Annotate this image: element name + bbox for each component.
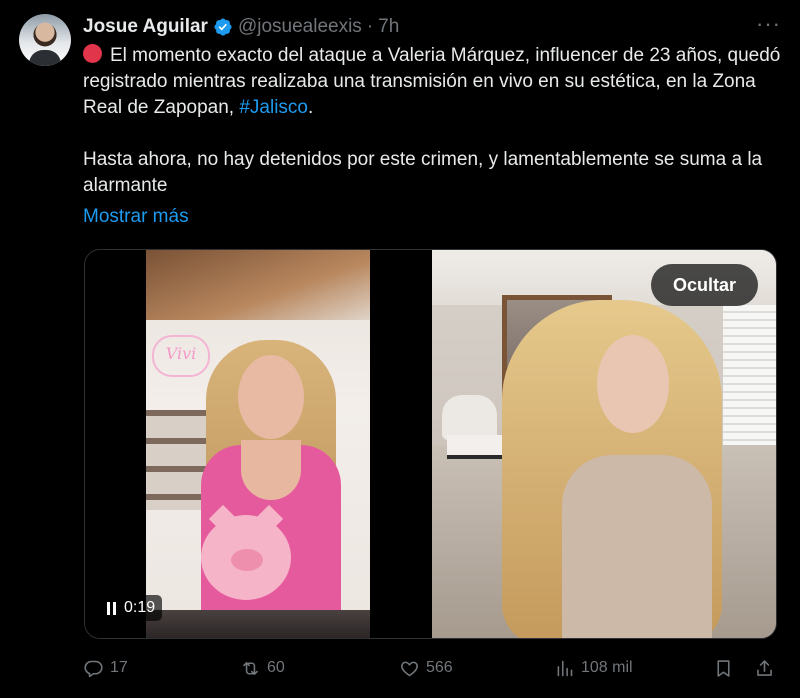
avatar[interactable] xyxy=(19,14,71,66)
timestamp[interactable]: 7h xyxy=(378,16,399,38)
display-name[interactable]: Josue Aguilar xyxy=(83,16,208,38)
action-bar: 17 60 566 108 mil xyxy=(83,653,783,683)
heart-icon xyxy=(401,661,418,676)
video-person-neck xyxy=(241,440,301,500)
reply-button[interactable]: 17 xyxy=(83,653,128,683)
share-icon xyxy=(757,659,772,676)
pause-icon[interactable] xyxy=(107,601,116,615)
views-icon xyxy=(557,660,573,676)
tweet-paragraph-1-end: . xyxy=(308,97,314,118)
like-button[interactable]: 566 xyxy=(399,653,453,683)
red-circle-emoji-icon xyxy=(83,44,102,63)
photo-person-body xyxy=(562,455,712,638)
retweet-icon xyxy=(243,661,258,675)
retweet-button[interactable]: 60 xyxy=(240,653,285,683)
video-player[interactable]: Vivi 0:19 xyxy=(85,250,429,638)
reply-icon xyxy=(84,660,103,677)
verified-badge-icon xyxy=(214,18,232,36)
video-play-control[interactable]: 0:19 xyxy=(98,595,163,621)
views-count: 108 mil xyxy=(581,659,633,676)
retweet-count: 60 xyxy=(267,659,285,676)
photo-chair xyxy=(442,395,497,440)
plush-pig-snout xyxy=(231,549,263,571)
tweet-paragraph-1-text: El momento exacto del ataque a Valeria M… xyxy=(83,45,781,118)
handle[interactable]: @josuealeexis xyxy=(238,16,362,38)
bookmark-icon xyxy=(717,659,730,677)
hide-button[interactable]: Ocultar xyxy=(650,264,758,306)
video-shelf xyxy=(146,410,206,510)
tweet-text: El momento exacto del ataque a Valeria M… xyxy=(83,43,783,199)
neon-sign: Vivi xyxy=(152,335,210,377)
tweet-paragraph-2: Hasta ahora, no hay detenidos por este c… xyxy=(83,149,763,196)
plush-pig xyxy=(201,504,291,600)
photo[interactable]: Ocultar xyxy=(432,250,776,638)
tweet[interactable]: Josue Aguilar @josuealeexis · 7h ··· El … xyxy=(0,0,800,698)
video-frame: Vivi xyxy=(146,250,370,638)
tweet-header: Josue Aguilar @josuealeexis · 7h ··· xyxy=(83,13,780,41)
bookmark-button[interactable] xyxy=(713,653,734,683)
views-button[interactable]: 108 mil xyxy=(554,653,633,683)
like-count: 566 xyxy=(426,659,453,676)
avatar-shirt xyxy=(29,50,61,66)
reply-count: 17 xyxy=(110,659,128,676)
media-container[interactable]: Vivi 0:19 Ocultar xyxy=(84,249,777,639)
video-time: 0:19 xyxy=(124,599,156,616)
show-more-link[interactable]: Mostrar más xyxy=(83,206,189,228)
video-person-face xyxy=(238,355,304,439)
photo-person-face xyxy=(597,335,669,433)
tweet-paragraph-1: El momento exacto del ataque a Valeria M… xyxy=(83,43,783,121)
share-button[interactable] xyxy=(754,653,775,683)
separator-dot: · xyxy=(366,16,374,37)
video-foreground xyxy=(146,610,370,638)
hashtag-link[interactable]: #Jalisco xyxy=(239,97,308,118)
video-ceiling xyxy=(146,250,370,320)
more-horizontal-icon[interactable]: ··· xyxy=(756,13,780,39)
